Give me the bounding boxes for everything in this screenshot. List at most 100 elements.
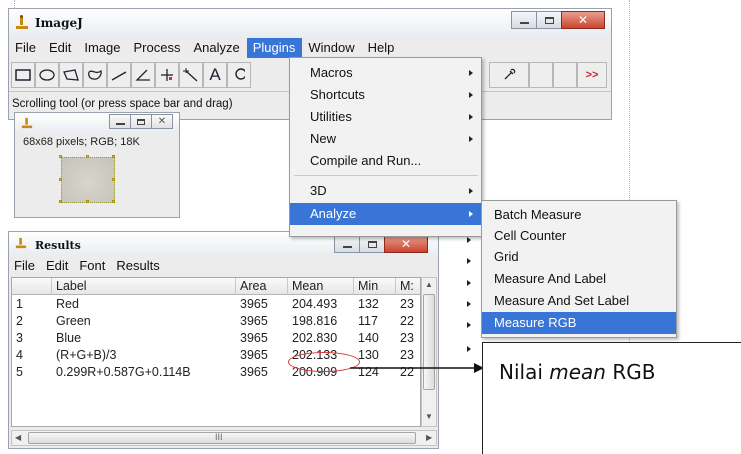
imagej-logo-icon: [21, 117, 33, 129]
table-row[interactable]: 3 Blue 3965 202.830 140 23: [12, 330, 420, 347]
scroll-down-icon[interactable]: ▼: [425, 412, 433, 421]
polygon-tool[interactable]: [59, 62, 83, 88]
menu-item-label: Macros: [310, 65, 353, 80]
maximize-icon: [544, 16, 554, 24]
column-header-min[interactable]: Min: [354, 278, 396, 295]
annotation-prefix: Nilai: [499, 360, 550, 384]
cell-mean: 204.493: [292, 297, 338, 311]
annotation-arrow: [350, 363, 484, 373]
imagej-logo-icon: [16, 15, 28, 29]
close-button[interactable]: ✕: [384, 235, 428, 253]
selection-handle[interactable]: [112, 178, 115, 181]
maximize-button[interactable]: [359, 235, 385, 253]
results-menu-font[interactable]: Font: [74, 256, 111, 276]
table-row[interactable]: 1 Red 3965 204.493 132 23: [12, 296, 420, 313]
results-menu-edit[interactable]: Edit: [41, 256, 74, 276]
text-tool[interactable]: A: [203, 62, 227, 88]
point-tool[interactable]: [155, 62, 179, 88]
more-tools-button[interactable]: >>: [577, 62, 607, 88]
cell-mean: 198.816: [292, 314, 338, 328]
dropper-tool[interactable]: [489, 62, 529, 88]
menu-image[interactable]: Image: [78, 38, 127, 58]
menu-help[interactable]: Help: [362, 38, 402, 58]
results-menu-results[interactable]: Results: [111, 256, 165, 276]
menu-analyze[interactable]: Analyze: [187, 38, 246, 58]
oval-tool[interactable]: [35, 62, 59, 88]
analyze-item-measure-rgb[interactable]: Measure RGB: [482, 312, 676, 334]
analyze-item-grid[interactable]: Grid: [482, 246, 676, 268]
cell-mean: 202.830: [292, 331, 338, 345]
page-guide-line: [14, 0, 15, 8]
submenu-arrow-icon: [469, 70, 473, 76]
column-header-index[interactable]: [12, 278, 52, 295]
selection-handle[interactable]: [59, 200, 62, 203]
selection-handle[interactable]: [86, 155, 89, 158]
magnifier-icon: [235, 68, 245, 80]
menu-item-label: Compile and Run...: [310, 153, 422, 168]
close-button[interactable]: ✕: [561, 11, 605, 29]
zoom-tool[interactable]: [227, 62, 251, 88]
empty-tool-slot-1[interactable]: [529, 62, 553, 88]
maximize-button[interactable]: [536, 11, 562, 29]
close-icon: ✕: [400, 237, 412, 251]
analyze-item-cell-counter[interactable]: Cell Counter: [482, 225, 676, 247]
image-canvas[interactable]: [59, 155, 115, 203]
selection-handle[interactable]: [59, 155, 62, 158]
results-menu-file[interactable]: File: [9, 256, 41, 276]
scroll-right-icon[interactable]: ▶: [426, 433, 432, 442]
maximize-button[interactable]: [130, 114, 152, 129]
submenu-arrow-icon: [467, 346, 471, 352]
cell-min: 132: [358, 297, 379, 311]
menu-plugins[interactable]: Plugins: [246, 38, 303, 58]
minimize-button[interactable]: [511, 11, 537, 29]
horizontal-scroll-thumb[interactable]: III: [28, 432, 416, 444]
scroll-up-icon[interactable]: ▲: [425, 280, 433, 289]
column-header-mean[interactable]: Mean: [288, 278, 354, 295]
menu-item-label: Utilities: [310, 109, 352, 124]
selection-handle[interactable]: [112, 155, 115, 158]
selection-handle[interactable]: [86, 200, 89, 203]
rectangle-tool[interactable]: [11, 62, 35, 88]
plugins-item-compile-and-run[interactable]: Compile and Run...: [290, 150, 481, 172]
plugins-item-new[interactable]: New: [290, 128, 481, 150]
menu-window[interactable]: Window: [302, 38, 361, 58]
results-vertical-scrollbar[interactable]: ▲ ▼: [421, 277, 437, 427]
submenu-arrow-icon: [467, 258, 471, 264]
close-button[interactable]: ✕: [151, 114, 173, 129]
empty-tool-slot-2[interactable]: [553, 62, 577, 88]
minimize-button[interactable]: [334, 235, 360, 253]
analyze-item-measure-and-label[interactable]: Measure And Label: [482, 268, 676, 290]
plugins-dropdown-menu: Macros Shortcuts Utilities New Compile a…: [289, 57, 482, 237]
column-header-area[interactable]: Area: [236, 278, 288, 295]
selection-handle[interactable]: [59, 178, 62, 181]
plugins-item-3d[interactable]: 3D: [290, 180, 481, 202]
column-header-max[interactable]: M:: [396, 278, 420, 295]
line-icon: [111, 71, 127, 81]
plugins-item-shortcuts[interactable]: Shortcuts: [290, 84, 481, 106]
cell-label: Blue: [56, 331, 82, 345]
plugins-item-utilities[interactable]: Utilities: [290, 106, 481, 128]
plugins-item-analyze[interactable]: Analyze: [290, 203, 481, 225]
selection-handle[interactable]: [112, 200, 115, 203]
close-icon: ✕: [577, 13, 589, 27]
menu-edit[interactable]: Edit: [43, 38, 78, 58]
line-tool[interactable]: [107, 62, 131, 88]
analyze-item-batch-measure[interactable]: Batch Measure: [482, 204, 676, 226]
menu-process[interactable]: Process: [128, 38, 188, 58]
maximize-icon: [137, 118, 145, 125]
minimize-button[interactable]: [109, 114, 131, 129]
angle-tool[interactable]: [131, 62, 155, 88]
scroll-grip: III: [215, 432, 223, 442]
vertical-scroll-thumb[interactable]: [423, 294, 435, 390]
results-horizontal-scrollbar[interactable]: ◀ III ▶: [11, 430, 437, 446]
wand-tool[interactable]: [179, 62, 203, 88]
minimize-icon: [519, 22, 529, 24]
scroll-left-icon[interactable]: ◀: [15, 433, 21, 442]
plugins-item-macros[interactable]: Macros: [290, 62, 481, 84]
results-table[interactable]: Label Area Mean Min M: 1 Red 3965 204.49…: [11, 277, 421, 427]
table-row[interactable]: 2 Green 3965 198.816 117 22: [12, 313, 420, 330]
menu-file[interactable]: File: [9, 38, 43, 58]
freehand-tool[interactable]: [83, 62, 107, 88]
analyze-item-measure-and-set-label[interactable]: Measure And Set Label: [482, 290, 676, 312]
column-header-label[interactable]: Label: [52, 278, 236, 295]
